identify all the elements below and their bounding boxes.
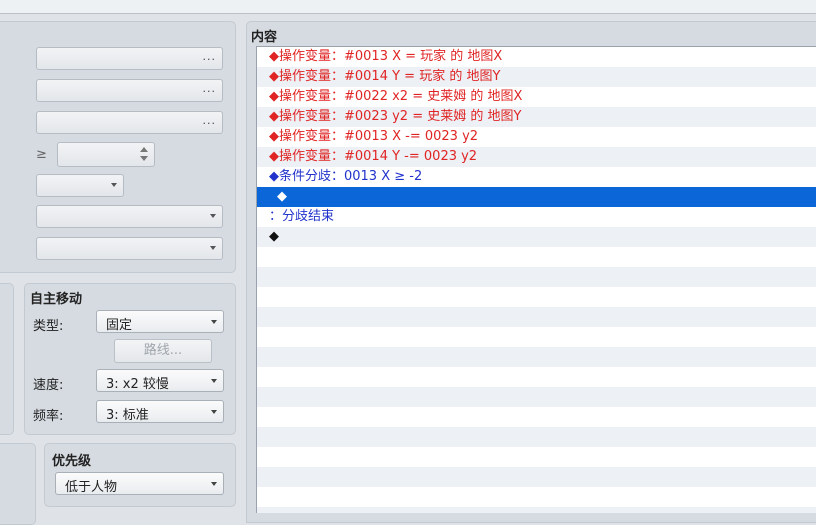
speed-select[interactable]: 3: x2 较慢 [96,369,224,392]
chevron-down-icon [111,183,117,187]
empty-row[interactable] [257,327,816,347]
event-command-row[interactable]: ◆操作变量：#0023 y2 = 史莱姆 的 地图Y [257,107,816,127]
image-panel [0,283,14,435]
frequency-select[interactable]: 3: 标准 [96,400,224,423]
content-title: 内容 [251,30,278,45]
speed-label: 速度: [33,378,64,393]
options-panel [0,443,36,525]
chevron-down-icon [211,320,217,324]
event-command-row[interactable]: ◆操作变量：#0013 X -= 0023 y2 [257,127,816,147]
priority-select[interactable]: 低于人物 [55,472,224,495]
event-command-text: ◆操作变量：#0014 Y -= 0023 y2 [269,149,478,164]
condition-switch2-field[interactable]: ... [36,79,223,102]
event-command-row[interactable]: ◆ [257,187,816,207]
event-command-row[interactable]: ◆操作变量：#0014 Y -= 0023 y2 [257,147,816,167]
event-command-text: ◆操作变量：#0022 x2 = 史莱姆 的 地图X [269,89,523,104]
empty-row[interactable] [257,407,816,427]
empty-row[interactable] [257,307,816,327]
ellipsis-icon[interactable]: ... [203,50,217,63]
event-command-row[interactable]: ◆ [257,227,816,247]
actor-dropdown[interactable] [36,237,223,260]
event-command-text: ◆操作变量：#0013 X = 玩家 的 地图X [269,49,503,64]
ellipsis-icon[interactable]: ... [203,82,217,95]
event-command-row[interactable]: ◆操作变量：#0022 x2 = 史莱姆 的 地图X [257,87,816,107]
priority-select-value: 低于人物 [65,480,118,495]
event-command-text: ：分歧结束 [269,209,335,224]
self-switch-dropdown[interactable] [36,174,124,197]
empty-row[interactable] [257,267,816,287]
speed-select-value: 3: x2 较慢 [106,377,169,392]
event-command-row[interactable]: ：分歧结束 [257,207,816,227]
event-command-row[interactable]: ◆条件分歧：0013 X ≥ -2 [257,167,816,187]
empty-row[interactable] [257,487,816,507]
empty-row[interactable] [257,467,816,487]
event-command-text: ◆操作变量：#0014 Y = 玩家 的 地图Y [269,69,501,84]
event-command-row[interactable]: ◆操作变量：#0013 X = 玩家 的 地图X [257,47,816,67]
chevron-down-icon [210,246,216,250]
event-command-list[interactable]: ◆操作变量：#0013 X = 玩家 的 地图X ◆操作变量：#0014 Y = … [256,46,816,513]
empty-row[interactable] [257,447,816,467]
type-select-value: 固定 [106,318,133,333]
event-command-text: ◆操作变量：#0023 y2 = 史莱姆 的 地图Y [269,109,522,124]
ellipsis-icon[interactable]: ... [203,114,217,127]
empty-row[interactable] [257,427,816,447]
event-command-row[interactable]: ◆操作变量：#0014 Y = 玩家 的 地图Y [257,67,816,87]
frequency-select-value: 3: 标准 [106,408,149,423]
chevron-down-icon [210,214,216,218]
empty-row[interactable] [257,347,816,367]
priority-title: 优先级 [52,454,92,469]
empty-row[interactable] [257,387,816,407]
chevron-down-icon [211,379,217,383]
event-command-text: ◆ [269,229,279,244]
frequency-label: 频率: [33,409,64,424]
item-dropdown[interactable] [36,205,223,228]
empty-row[interactable] [257,367,816,387]
event-command-text: ◆ [277,189,287,204]
chevron-down-icon [211,482,217,486]
stepper-arrows-icon[interactable] [140,146,148,162]
empty-row[interactable] [257,507,816,513]
event-command-text: ◆条件分歧：0013 X ≥ -2 [269,169,423,184]
condition-variable-field[interactable]: ... [36,111,223,134]
chevron-down-icon [211,410,217,414]
compare-symbol: ≥ [36,147,47,162]
variable-value-stepper[interactable] [57,142,155,167]
condition-switch1-field[interactable]: ... [36,47,223,70]
type-select[interactable]: 固定 [96,310,224,333]
route-button[interactable]: 路线... [114,339,212,363]
event-command-text: ◆操作变量：#0013 X -= 0023 y2 [269,129,479,144]
empty-row[interactable] [257,287,816,307]
type-label: 类型: [33,319,64,334]
empty-row[interactable] [257,247,816,267]
autonomous-move-title: 自主移动 [30,292,83,307]
window-top-bar [0,0,816,14]
